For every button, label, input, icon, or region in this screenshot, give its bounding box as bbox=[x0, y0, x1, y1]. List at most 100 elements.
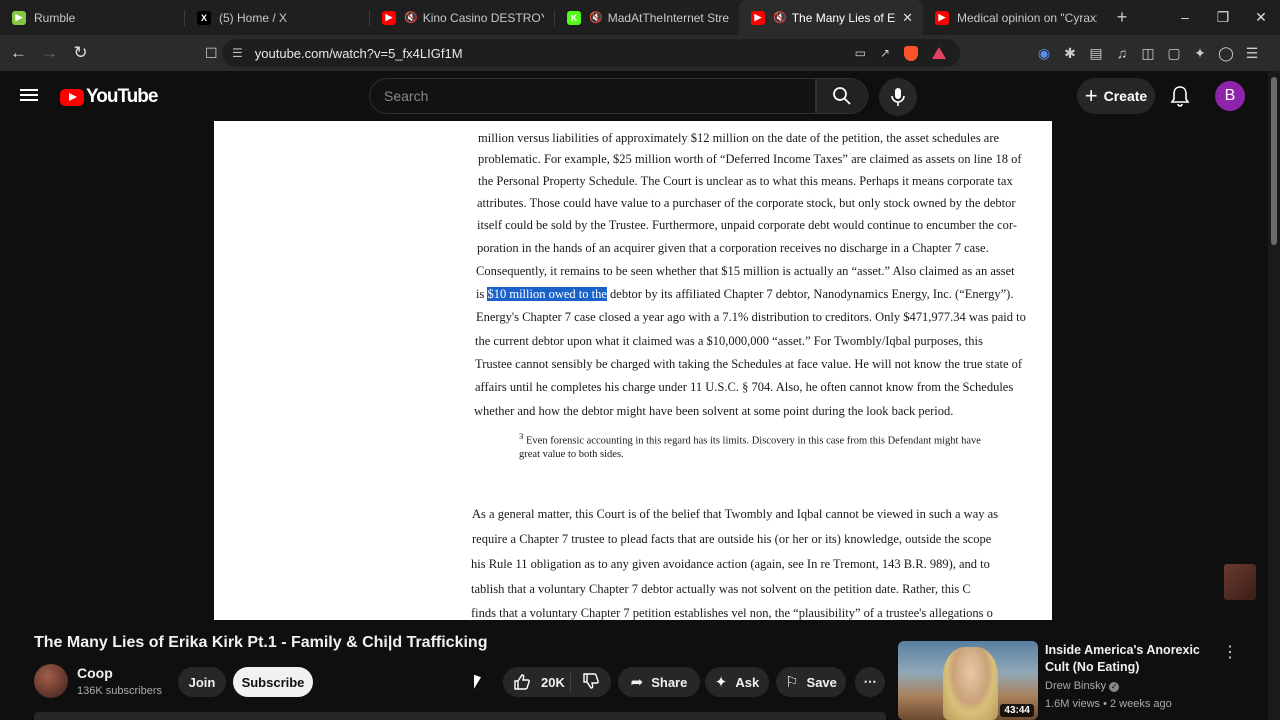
browser-tab[interactable]: ▶ Rumble bbox=[0, 0, 184, 35]
browser-tab[interactable]: ▶ Medical opinion on "Cyraxx"'s m bbox=[923, 0, 1107, 35]
subscribe-button[interactable]: Subscribe bbox=[233, 667, 313, 697]
video-player[interactable]: million versus liabilities of approximat… bbox=[0, 121, 1268, 620]
video-duration: 43:44 bbox=[1000, 704, 1034, 717]
recommended-video-thumbnail[interactable]: 43:44 bbox=[898, 641, 1038, 720]
brave-rewards-icon[interactable] bbox=[932, 47, 946, 59]
youtube-icon: ▶ bbox=[935, 10, 949, 25]
site-info-icon[interactable]: ☰ bbox=[232, 46, 243, 60]
recommended-channel[interactable]: Drew Binsky ✓ bbox=[1045, 680, 1120, 692]
selected-text: $10 million owed to the bbox=[487, 287, 607, 301]
doc-line: whether and how the debtor might have be… bbox=[474, 404, 954, 418]
reader-icon[interactable]: ▤ bbox=[1088, 45, 1104, 62]
forward-icon[interactable]: → bbox=[37, 43, 62, 63]
minimize-icon[interactable]: – bbox=[1166, 0, 1204, 35]
more-vertical-icon[interactable]: ⋮ bbox=[1222, 642, 1238, 662]
youtube-icon: ▶ bbox=[751, 10, 765, 25]
recommended-video-meta: 1.6M views • 2 weeks ago bbox=[1045, 698, 1172, 710]
doc-line: Consequently, it remains to be seen whet… bbox=[476, 264, 1015, 278]
search-button[interactable] bbox=[816, 78, 868, 114]
hamburger-menu-icon[interactable] bbox=[20, 86, 38, 106]
share-button[interactable]: ➦ Share bbox=[618, 667, 700, 697]
browser-tab[interactable]: K 🔇 MadAtTheInternet Stream - bbox=[555, 0, 739, 35]
like-count: 20K bbox=[541, 674, 565, 690]
media-icon[interactable]: ♫ bbox=[1114, 45, 1130, 61]
search-box bbox=[369, 78, 816, 114]
x-icon: X bbox=[197, 10, 211, 25]
doc-line: problematic. For example, $25 million wo… bbox=[478, 152, 1022, 166]
tab-title: Rumble bbox=[34, 10, 76, 25]
extensions-icon[interactable]: ✱ bbox=[1062, 45, 1078, 62]
reload-icon[interactable]: ↻ bbox=[68, 43, 93, 63]
recommended-video-title[interactable]: Inside America's Anorexic Cult (No Eatin… bbox=[1045, 642, 1215, 676]
save-button[interactable]: ⚐ Save bbox=[776, 667, 846, 697]
tab-title: (5) Home / X bbox=[219, 10, 288, 25]
page-scrollbar[interactable] bbox=[1268, 71, 1280, 720]
leo-icon[interactable]: ✦ bbox=[1192, 45, 1208, 62]
brave-shields-icon[interactable] bbox=[904, 45, 918, 61]
wallet-icon[interactable]: ▢ bbox=[1166, 45, 1182, 62]
close-tab-icon[interactable]: ✕ bbox=[902, 10, 913, 26]
doc-line: poration in the hands of an acquirer giv… bbox=[477, 241, 989, 255]
doc-line: finds that a voluntary Chapter 7 petitio… bbox=[471, 606, 993, 620]
scrollbar-thumb[interactable] bbox=[1271, 77, 1277, 245]
browser-tab-strip: ▶ Rumble X (5) Home / X ▶ 🔇 Kino Casino DESTRO… bbox=[0, 0, 1280, 35]
like-dislike-group: 20K bbox=[503, 667, 611, 697]
new-tab-icon[interactable]: + bbox=[1107, 7, 1137, 28]
create-label: Create bbox=[1103, 88, 1148, 104]
url-text: youtube.com/watch?v=5_fx4LIGf1M bbox=[254, 45, 463, 61]
share-page-icon[interactable]: ↗ bbox=[880, 46, 890, 60]
notifications-bell-icon[interactable] bbox=[1168, 83, 1192, 109]
vpn-icon[interactable]: ◉ bbox=[1036, 45, 1052, 62]
back-icon[interactable]: ← bbox=[6, 43, 31, 63]
browser-tab[interactable]: ▶ 🔇 The Many Lies of Erika K ✕ bbox=[739, 0, 923, 35]
doc-line: his Rule 11 obligation as to any given a… bbox=[471, 557, 990, 571]
bookmark-save-icon: ⚐ bbox=[785, 674, 799, 691]
ask-button[interactable]: ✦ Ask bbox=[705, 667, 769, 697]
search-icon bbox=[833, 87, 851, 105]
doc-line: As a general matter, this Court is of th… bbox=[472, 507, 999, 521]
channel-name[interactable]: Coop bbox=[77, 665, 113, 681]
doc-line-highlighted: is $10 million owed to the debtor by its… bbox=[476, 287, 1014, 301]
browser-tab[interactable]: ▶ 🔇 Kino Casino DESTROYS DSP bbox=[370, 0, 554, 35]
doc-line: Trustee cannot sensibly be charged with … bbox=[475, 357, 1023, 371]
menu-icon[interactable]: ☰ bbox=[1244, 45, 1260, 62]
tab-title: Medical opinion on "Cyraxx"'s m bbox=[957, 10, 1097, 25]
subscriber-count: 136K subscribers bbox=[77, 685, 162, 697]
youtube-logo[interactable]: YouTube bbox=[60, 86, 158, 108]
search-input[interactable] bbox=[384, 88, 815, 104]
create-button[interactable]: + Create bbox=[1077, 78, 1155, 114]
doc-line: the current debtor upon what it claimed … bbox=[475, 334, 983, 348]
channel-avatar[interactable] bbox=[34, 664, 68, 698]
join-button[interactable]: Join bbox=[178, 667, 226, 697]
address-bar: ← → ↻ ☐ ☰ youtube.com/watch?v=5_fx4LIGf1… bbox=[0, 35, 1280, 71]
restore-icon[interactable]: ❐ bbox=[1204, 0, 1242, 35]
mouse-cursor bbox=[474, 674, 481, 692]
dislike-button[interactable] bbox=[571, 672, 611, 693]
like-button[interactable]: 20K bbox=[503, 672, 571, 692]
doc-line: affairs until he completes his charge un… bbox=[475, 380, 1014, 394]
muted-speaker-icon[interactable]: 🔇 bbox=[404, 11, 418, 24]
rumble-icon: ▶ bbox=[12, 10, 26, 25]
plus-icon: + bbox=[1084, 83, 1098, 108]
share-arrow-icon: ➦ bbox=[630, 674, 644, 691]
kick-icon: K bbox=[567, 10, 581, 25]
doc-line: itself could be sold by the Trustee. Fur… bbox=[477, 218, 1017, 232]
browser-tab[interactable]: X (5) Home / X bbox=[185, 0, 369, 35]
doc-line: Energy's Chapter 7 case closed a year ag… bbox=[476, 310, 1026, 324]
url-field[interactable]: ☰ youtube.com/watch?v=5_fx4LIGf1M ▭ ↗ bbox=[222, 39, 960, 67]
thumbnail-person bbox=[943, 647, 998, 720]
muted-speaker-icon[interactable]: 🔇 bbox=[773, 11, 787, 24]
vpn-shield-icon[interactable]: ◯ bbox=[1218, 45, 1234, 62]
voice-search-button[interactable] bbox=[879, 78, 917, 116]
tab-title: Kino Casino DESTROYS DSP bbox=[422, 10, 544, 25]
more-actions-button[interactable]: ⋯ bbox=[855, 667, 885, 697]
sidebar-icon[interactable]: ◫ bbox=[1140, 45, 1156, 62]
close-window-icon[interactable]: ✕ bbox=[1242, 0, 1280, 35]
window-controls: – ❐ ✕ bbox=[1166, 0, 1280, 35]
muted-speaker-icon[interactable]: 🔇 bbox=[589, 11, 603, 24]
account-avatar[interactable]: B bbox=[1215, 81, 1245, 111]
cast-icon[interactable]: ▭ bbox=[855, 46, 866, 60]
doc-line: million versus liabilities of approximat… bbox=[478, 131, 1000, 145]
microphone-icon bbox=[891, 88, 905, 106]
tab-title: The Many Lies of Erika K bbox=[791, 10, 896, 25]
